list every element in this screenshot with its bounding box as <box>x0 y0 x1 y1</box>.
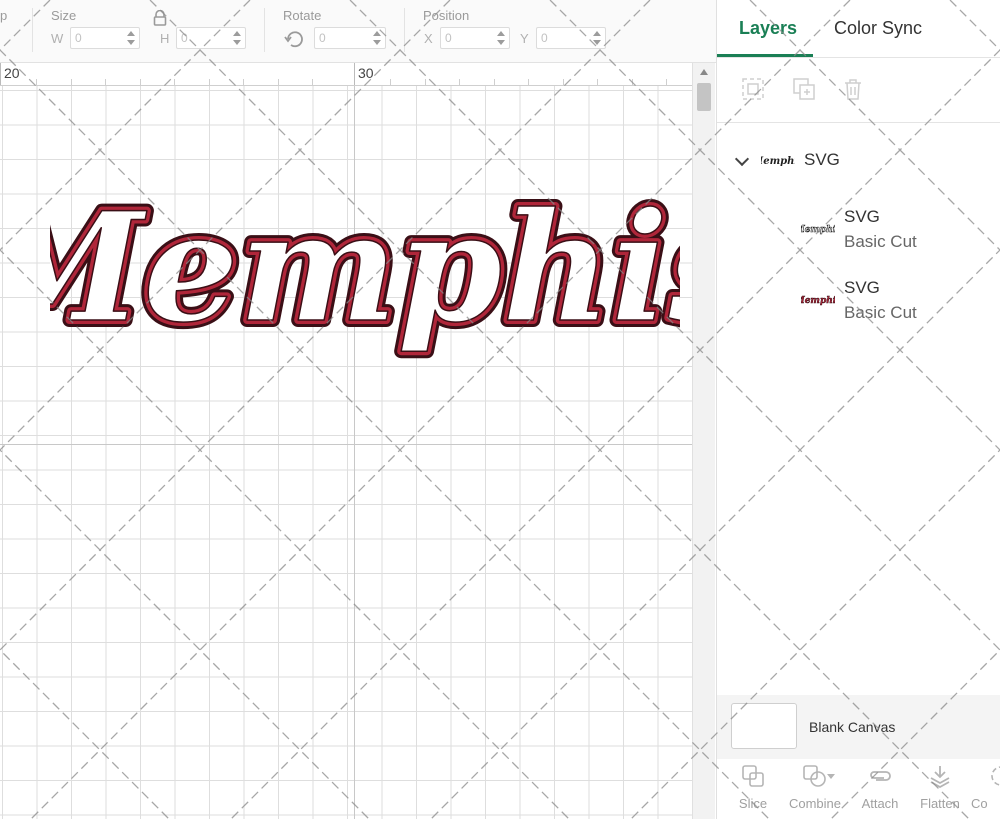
y-position-stepper[interactable] <box>590 27 604 49</box>
thumbnail-text: Memphis <box>801 296 835 306</box>
ruler-minor-tick <box>597 79 598 85</box>
height-stepper[interactable] <box>230 27 244 49</box>
contour-button[interactable]: Co <box>971 762 1000 818</box>
slice-label: Slice <box>738 796 768 811</box>
toolbar-partial-label: p <box>0 8 8 23</box>
flatten-label: Flatten <box>920 796 960 811</box>
group-label: SVG <box>804 150 840 169</box>
x-position-stepper[interactable] <box>494 27 508 49</box>
chevron-down-icon[interactable] <box>734 151 750 167</box>
ruler-minor-tick <box>105 79 106 85</box>
toolbar-divider <box>32 8 33 52</box>
combine-button[interactable]: Combine <box>785 762 845 818</box>
ruler-minor-tick <box>632 79 633 85</box>
width-stepper[interactable] <box>124 27 138 49</box>
ruler-minor-tick <box>36 79 37 85</box>
ruler-minor-tick <box>528 79 529 85</box>
layer-thumbnail: Memphis <box>801 296 835 307</box>
ruler-minor-tick <box>563 79 564 85</box>
ruler-label-30: 30 <box>358 65 374 81</box>
ruler-minor-tick <box>71 79 72 85</box>
size-label: Size <box>51 8 77 23</box>
rotate-icon[interactable] <box>284 28 306 50</box>
scrollbar-thumb[interactable] <box>697 83 711 111</box>
attach-label: Attach <box>861 796 899 811</box>
icon-row-divider <box>717 122 1000 123</box>
slice-button[interactable]: Slice <box>723 762 783 818</box>
tab-layers[interactable]: Layers <box>739 18 797 39</box>
blank-canvas-label: Blank Canvas <box>809 719 896 735</box>
layer-item[interactable]: Memphis SVG Basic Cut <box>717 200 1000 260</box>
major-grid-line <box>0 444 692 445</box>
layer-title: SVG <box>844 207 880 226</box>
combine-label: Combine <box>788 796 842 811</box>
thumbnail-text: Memphis <box>761 156 795 167</box>
attach-icon <box>870 771 891 781</box>
flatten-button[interactable]: Flatten <box>910 762 970 818</box>
layer-subtitle: Basic Cut <box>844 232 917 251</box>
ruler-minor-tick <box>459 79 460 85</box>
layer-subtitle: Basic Cut <box>844 303 917 322</box>
ruler-tick <box>0 63 1 85</box>
ruler-minor-tick <box>174 79 175 85</box>
edit-toolbar: p Size W 0 H 0 Rotate 0 Position X 0 Y 0 <box>0 0 716 63</box>
layers-panel: Layers Color Sync Memphis SVG Memphis SV… <box>716 0 1000 819</box>
height-label: H <box>160 31 170 46</box>
ruler-minor-tick <box>243 79 244 85</box>
toolbar-divider <box>264 8 265 52</box>
delete-icon[interactable] <box>842 78 864 100</box>
layer-group-svg[interactable]: Memphis SVG <box>717 140 1000 180</box>
lock-icon[interactable] <box>153 9 167 26</box>
ruler-minor-tick <box>390 79 391 85</box>
rotate-stepper[interactable] <box>370 27 384 49</box>
contour-icon <box>991 766 1000 786</box>
combine-icon <box>803 765 826 787</box>
ruler-minor-tick <box>209 79 210 85</box>
x-label: X <box>424 31 433 46</box>
group-icon[interactable] <box>742 78 764 100</box>
memphis-inner-text: Memphis <box>50 180 680 356</box>
ruler-minor-tick <box>312 79 313 85</box>
layer-title: SVG <box>844 278 880 297</box>
horizontal-ruler: 20 30 <box>0 63 692 86</box>
canvas-vertical-scrollbar[interactable] <box>692 63 715 819</box>
slice-icon <box>742 765 764 787</box>
blank-canvas-row[interactable]: Blank Canvas <box>717 695 1000 759</box>
combine-dropdown-icon[interactable] <box>827 774 835 779</box>
ruler-tick <box>354 63 355 85</box>
group-thumbnail: Memphis <box>761 156 795 167</box>
attach-button[interactable]: Attach <box>850 762 910 818</box>
tabs-divider <box>717 57 1000 58</box>
ruler-label-20: 20 <box>4 65 20 81</box>
thumbnail-text: Memphis <box>801 225 835 235</box>
contour-label: Co <box>971 796 988 811</box>
layer-item[interactable]: Memphis SVG Basic Cut <box>717 271 1000 331</box>
toolbar-divider <box>404 8 405 52</box>
position-label: Position <box>423 8 470 23</box>
tab-color-sync[interactable]: Color Sync <box>834 18 922 39</box>
y-label: Y <box>520 31 529 46</box>
ruler-minor-tick <box>425 79 426 85</box>
duplicate-icon[interactable] <box>793 78 815 100</box>
rotate-label: Rotate <box>283 8 322 23</box>
width-label: W <box>51 31 64 46</box>
scroll-up-arrow-icon[interactable] <box>700 69 708 75</box>
flatten-icon <box>930 766 950 788</box>
ruler-minor-tick <box>278 79 279 85</box>
blank-canvas-swatch[interactable] <box>731 703 797 749</box>
ruler-minor-tick <box>494 79 495 85</box>
layer-thumbnail: Memphis <box>801 225 835 236</box>
ruler-minor-tick <box>140 79 141 85</box>
ruler-minor-tick <box>666 79 667 85</box>
memphis-design[interactable]: Memphis Memphis Memphis <box>50 150 680 420</box>
